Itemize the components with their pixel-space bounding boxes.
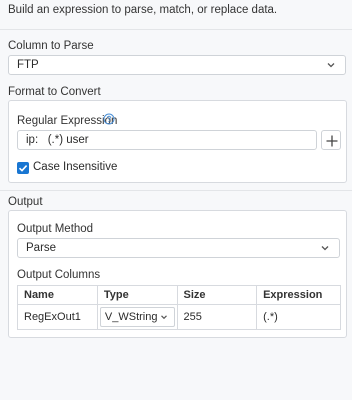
insert-token-button[interactable] bbox=[321, 130, 341, 150]
output-column-size-cell[interactable]: 255 bbox=[176, 304, 258, 330]
chevron-down-icon bbox=[321, 246, 329, 251]
output-column-type-select[interactable]: V_WString bbox=[99, 307, 175, 327]
format-to-convert-label: Format to Convert bbox=[8, 86, 101, 98]
description-text: Build an expression to parse, match, or … bbox=[8, 4, 278, 16]
case-insensitive-label: Case Insensitive bbox=[33, 161, 118, 173]
column-to-parse-select[interactable]: FTP bbox=[8, 55, 346, 75]
output-columns-table: Name Type Size Expression RegExOut1 V_WS… bbox=[17, 285, 341, 330]
output-method-label: Output Method bbox=[17, 223, 94, 235]
column-header-size: Size bbox=[176, 285, 258, 305]
output-group: Output Method Parse Output Columns Name … bbox=[8, 210, 347, 338]
column-to-parse-value: FTP bbox=[17, 59, 39, 71]
chevron-down-icon bbox=[327, 63, 335, 68]
table-row: RegExOut1 V_WString 255 (.*) bbox=[17, 304, 341, 330]
regex-input-value: ip: (.*) user bbox=[26, 134, 89, 146]
divider bbox=[0, 190, 352, 191]
output-column-type-value: V_WString bbox=[104, 311, 158, 323]
case-insensitive-checkbox[interactable] bbox=[17, 162, 29, 174]
divider bbox=[0, 29, 352, 30]
regex-input[interactable]: ip: (.*) user bbox=[17, 130, 317, 150]
output-method-value: Parse bbox=[26, 242, 57, 254]
table-header-row: Name Type Size Expression bbox=[17, 285, 341, 305]
format-to-convert-group: Regular Expression ip: (.*) user Case In… bbox=[8, 100, 347, 183]
output-column-name-cell[interactable]: RegExOut1 bbox=[17, 304, 98, 330]
output-label: Output bbox=[8, 196, 43, 208]
regex-tool-config-panel: Build an expression to parse, match, or … bbox=[0, 0, 352, 400]
output-columns-label: Output Columns bbox=[17, 269, 101, 281]
column-header-type: Type bbox=[96, 285, 178, 305]
column-to-parse-label: Column to Parse bbox=[8, 40, 94, 52]
output-column-type-cell: V_WString bbox=[96, 304, 178, 330]
output-column-expression-cell: (.*) bbox=[256, 304, 341, 330]
column-header-expression: Expression bbox=[256, 285, 341, 305]
chevron-down-icon bbox=[160, 315, 167, 320]
output-method-select[interactable]: Parse bbox=[17, 238, 340, 258]
plus-icon bbox=[326, 135, 338, 147]
column-header-name: Name bbox=[17, 285, 98, 305]
help-icon[interactable] bbox=[103, 113, 115, 125]
check-icon bbox=[18, 165, 28, 172]
